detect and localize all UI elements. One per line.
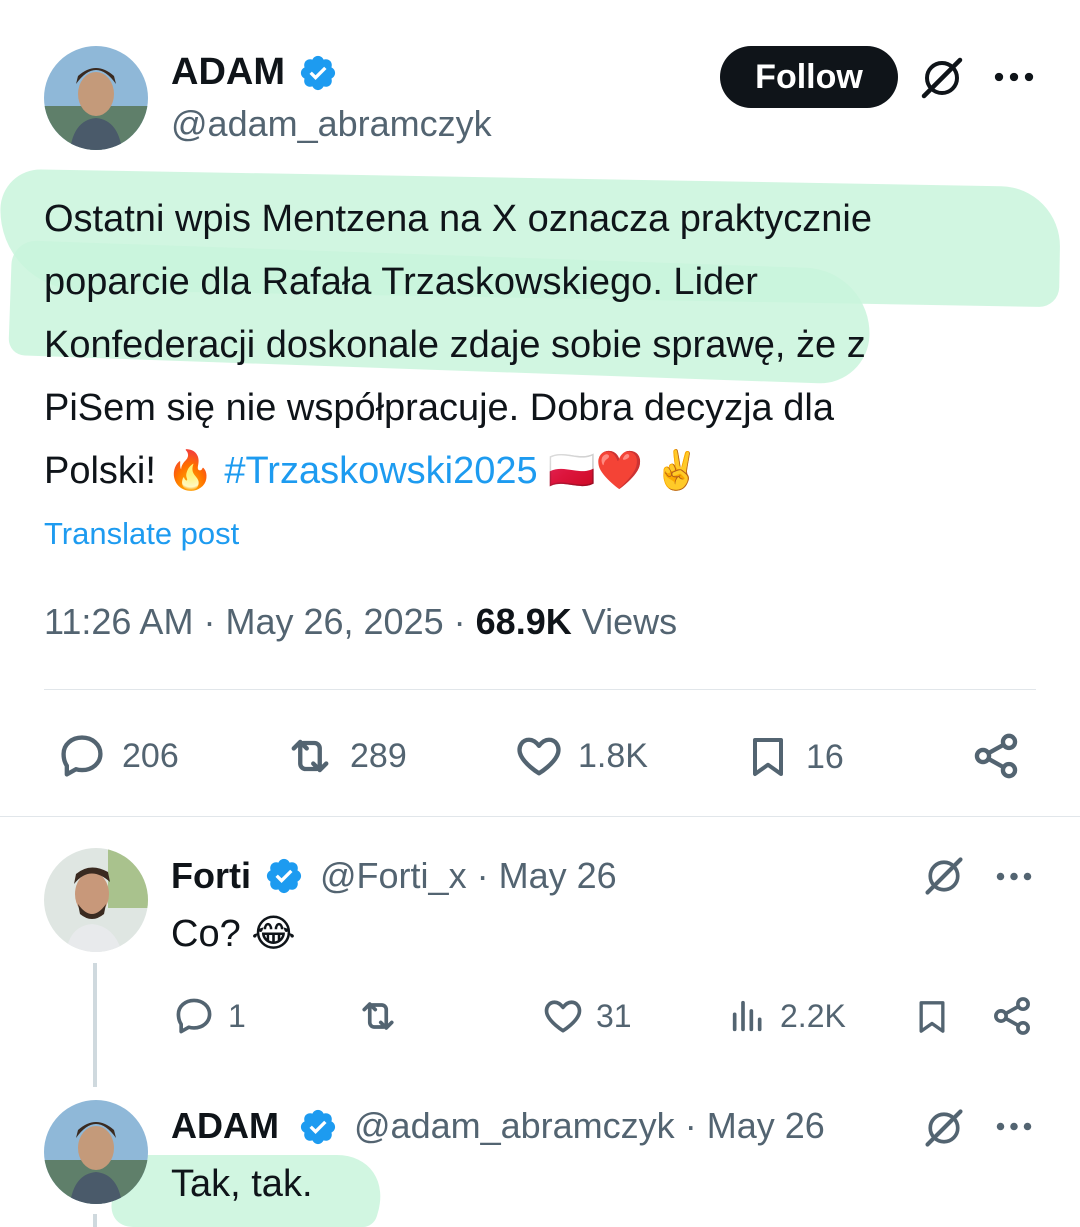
author-handle[interactable]: @adam_abramczyk [171,102,492,146]
post-text-line: Konfederacji doskonale zdaje sobie spraw… [44,324,866,366]
share-icon[interactable] [970,730,1022,782]
like-icon [544,1000,582,1033]
reply-button[interactable]: 1 [172,994,246,1038]
reply-date[interactable]: May 26 [499,855,617,896]
reply-text: Co? 😂 [171,913,296,955]
hashtag-link[interactable]: #Trzaskowski2025 [224,450,537,492]
divider [0,816,1080,817]
meta-separator: · [476,855,489,896]
post-text-line: Ostatni wpis Mentzena na X oznacza prakt… [44,198,872,240]
author-handle[interactable]: @Forti_x [320,855,467,896]
fire-emoji: 🔥 [166,450,214,492]
post-text-line: PiSem się nie współpracuje. Dobra decyzj… [44,387,834,429]
more-icon[interactable] [994,72,1034,82]
reply-meta: @adam_abramczyk · May 26 [354,1104,825,1148]
reply-count: 1 [228,997,246,1034]
post-text-line: poparcie dla Rafała Trzaskowskiego. Lide… [44,261,758,303]
avatar[interactable] [44,46,148,150]
reply-text: Tak, tak. [171,1163,313,1205]
like-icon [517,737,561,776]
author-name[interactable]: Forti [171,854,251,898]
avatar[interactable] [44,848,148,952]
grok-icon[interactable] [918,54,966,102]
meta-separator: · [203,601,216,642]
author-name[interactable]: ADAM [171,50,285,94]
reply-count: 206 [122,736,179,775]
repost-button[interactable]: 289 [282,730,407,782]
meta-separator: · [684,1105,697,1146]
more-icon[interactable] [996,872,1032,881]
repost-button[interactable] [354,994,402,1038]
views-count: 68.9K [475,601,572,642]
reply-icon [61,735,103,777]
views-count: 2.2K [780,997,846,1034]
views-label: Views [581,601,678,642]
repost-icon [291,739,329,773]
verified-badge-icon [300,1109,336,1145]
translate-post-link[interactable]: Translate post [44,514,239,554]
follow-button[interactable]: Follow [720,46,898,108]
post-text-prefix: Polski! [44,450,167,492]
divider [44,689,1036,690]
post-text-line: Polski! 🔥 #Trzaskowski2025 🇵🇱❤️ ✌️ [44,440,1044,503]
post-meta: 11:26 AM · May 26, 2025 · 68.9K Views [44,600,677,644]
thread-line [93,963,97,1087]
follow-label: Follow [755,57,863,96]
thread-line [93,1214,97,1227]
meta-separator: · [453,601,466,642]
repost-count: 289 [350,736,407,775]
like-button[interactable]: 1.8K [512,730,648,782]
views-icon [732,1000,762,1032]
reply-date[interactable]: May 26 [707,1105,825,1146]
post-date[interactable]: May 26, 2025 [225,601,443,642]
flag-heart-victory-emoji: 🇵🇱❤️ ✌️ [548,450,701,492]
reply-button[interactable]: 206 [56,730,179,782]
grok-icon[interactable] [922,854,966,898]
like-count: 31 [596,997,632,1034]
bookmark-icon[interactable] [912,994,952,1040]
bookmark-count: 16 [806,737,844,776]
post-text: Ostatni wpis Mentzena na X oznacza prakt… [44,188,1044,503]
verified-badge-icon [266,858,302,894]
bookmark-button[interactable]: 16 [744,730,844,784]
avatar[interactable] [44,1100,148,1204]
grok-icon[interactable] [922,1106,966,1150]
post-time[interactable]: 11:26 AM [44,601,193,642]
author-handle[interactable]: @adam_abramczyk [354,1105,675,1146]
author-name[interactable]: ADAM [171,1104,279,1148]
share-icon[interactable] [990,994,1034,1038]
like-count: 1.8K [578,736,648,775]
reply-icon [176,998,212,1034]
more-icon[interactable] [996,1122,1032,1131]
like-button[interactable]: 31 [540,994,632,1038]
bookmark-icon [753,738,783,776]
views-button[interactable]: 2.2K [728,994,846,1038]
repost-icon [362,1002,394,1030]
reply-meta: @Forti_x · May 26 [320,854,617,898]
verified-badge-icon [300,55,336,91]
